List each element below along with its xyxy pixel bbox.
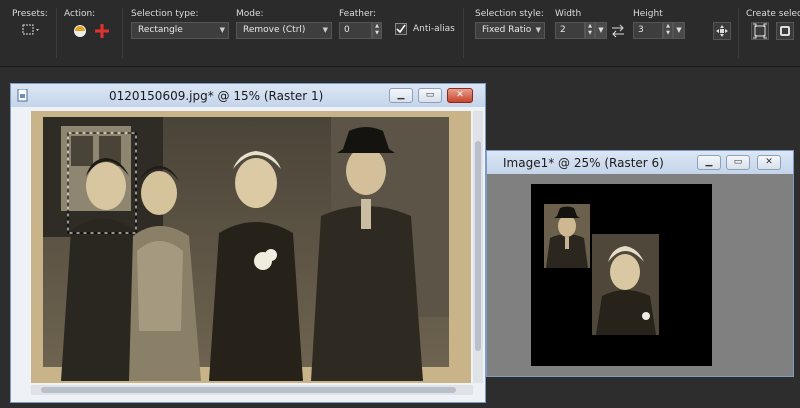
selection-type-dropdown[interactable]: Rectangle ▼: [131, 22, 229, 39]
presets-dropdown-button[interactable]: [22, 23, 39, 39]
mode-label: Mode:: [236, 9, 264, 19]
antialias-label: Anti-alias: [413, 24, 455, 34]
horizontal-scroll-thumb[interactable]: [41, 387, 456, 393]
spinner-arrows-icon[interactable]: ▲ ▼: [372, 22, 382, 39]
cropped-man-photo: [544, 204, 590, 268]
close-button[interactable]: ✕: [447, 88, 473, 103]
cropped-woman-photo: [592, 234, 659, 335]
selection-style-dropdown[interactable]: Fixed Ratio ▼: [475, 22, 545, 39]
create-selection-from-layer-button[interactable]: [776, 22, 794, 40]
chevron-down-icon[interactable]: ▼: [673, 22, 685, 39]
create-selection-from-image-button[interactable]: [751, 22, 769, 40]
separator: [56, 8, 57, 58]
minimize-button[interactable]: ▁: [697, 155, 721, 170]
width-spinner[interactable]: 2 ▲ ▼ ▼: [555, 22, 607, 39]
antialias-checkbox[interactable]: [395, 23, 407, 35]
horizontal-scrollbar[interactable]: [31, 385, 473, 395]
photo-canvas[interactable]: [31, 111, 471, 383]
close-icon: ✕: [765, 157, 773, 167]
selection-type-label: Selection type:: [131, 9, 199, 19]
separator: [463, 8, 464, 58]
close-icon: ✕: [456, 90, 464, 100]
mode-dropdown[interactable]: Remove (Ctrl) ▼: [236, 22, 332, 39]
presets-label: Presets:: [12, 9, 48, 19]
window-titlebar[interactable]: Image1* @ 25% (Raster 6) ▁ ▭ ✕: [487, 151, 793, 174]
center-selection-button[interactable]: [713, 22, 731, 40]
separator: [738, 8, 739, 58]
selection-preset-icon: [22, 24, 39, 35]
feather-label: Feather:: [339, 9, 377, 19]
image-window-main[interactable]: 0120150609.jpg* @ 15% (Raster 1) ▁ ▭ ✕: [10, 83, 486, 403]
chevron-down-icon: ▼: [535, 26, 541, 34]
height-spinner[interactable]: 3 ▲ ▼ ▼: [633, 22, 685, 39]
feather-input[interactable]: 0: [339, 22, 372, 39]
vertical-scroll-thumb[interactable]: [475, 141, 481, 351]
spinner-arrows-icon[interactable]: ▲ ▼: [585, 22, 595, 39]
paint-bucket-icon: [74, 25, 86, 37]
chevron-down-icon[interactable]: ▼: [595, 22, 607, 39]
layer-selection-icon: [780, 26, 790, 36]
maximize-button[interactable]: ▭: [726, 155, 750, 170]
maximize-button[interactable]: ▭: [418, 88, 442, 103]
height-label: Height: [633, 9, 663, 19]
minimize-icon: ▁: [397, 90, 405, 100]
red-cross-icon: [95, 24, 109, 38]
swap-dimensions-button[interactable]: [611, 24, 627, 40]
separator: [122, 8, 123, 58]
width-label: Width: [555, 9, 582, 19]
minimize-button[interactable]: ▁: [389, 88, 413, 103]
checkmark-icon: [396, 24, 406, 34]
height-input[interactable]: 3: [633, 22, 663, 39]
window-titlebar[interactable]: 0120150609.jpg* @ 15% (Raster 1) ▁ ▭ ✕: [11, 84, 485, 107]
window-title: Image1* @ 25% (Raster 6): [503, 156, 664, 170]
selection-style-value: Fixed Ratio: [482, 25, 532, 35]
vintage-family-photo: [31, 111, 471, 383]
chevron-down-icon: ▼: [322, 26, 328, 34]
close-button[interactable]: ✕: [757, 155, 781, 170]
feather-spinner[interactable]: 0 ▲ ▼: [339, 22, 384, 39]
chevron-down-icon: ▼: [219, 26, 225, 34]
width-input[interactable]: 2: [555, 22, 585, 39]
selection-style-label: Selection style:: [475, 9, 544, 19]
window-title: 0120150609.jpg* @ 15% (Raster 1): [109, 89, 324, 103]
action-label: Action:: [64, 9, 96, 19]
maximize-icon: ▭: [425, 90, 435, 100]
tool-options-toolbar: Presets: Action: Selection type: Rectang…: [0, 0, 800, 67]
image-window-image1[interactable]: Image1* @ 25% (Raster 6) ▁ ▭ ✕: [486, 150, 794, 377]
selection-to-layer-button[interactable]: [72, 23, 88, 39]
create-selection-label: Create selectio: [746, 9, 800, 19]
spinner-arrows-icon[interactable]: ▲ ▼: [663, 22, 673, 39]
maximize-icon: ▭: [733, 157, 743, 167]
swap-arrows-icon: [612, 24, 624, 38]
expand-icon: [716, 25, 728, 37]
minimize-icon: ▁: [705, 157, 713, 167]
document-icon: [17, 89, 28, 102]
image1-canvas[interactable]: [531, 184, 712, 366]
mode-value: Remove (Ctrl): [243, 25, 306, 35]
selection-frame-icon: [753, 23, 767, 39]
selection-type-value: Rectangle: [138, 25, 183, 35]
vertical-scrollbar[interactable]: [473, 111, 483, 383]
cross-action-button[interactable]: [94, 23, 110, 39]
